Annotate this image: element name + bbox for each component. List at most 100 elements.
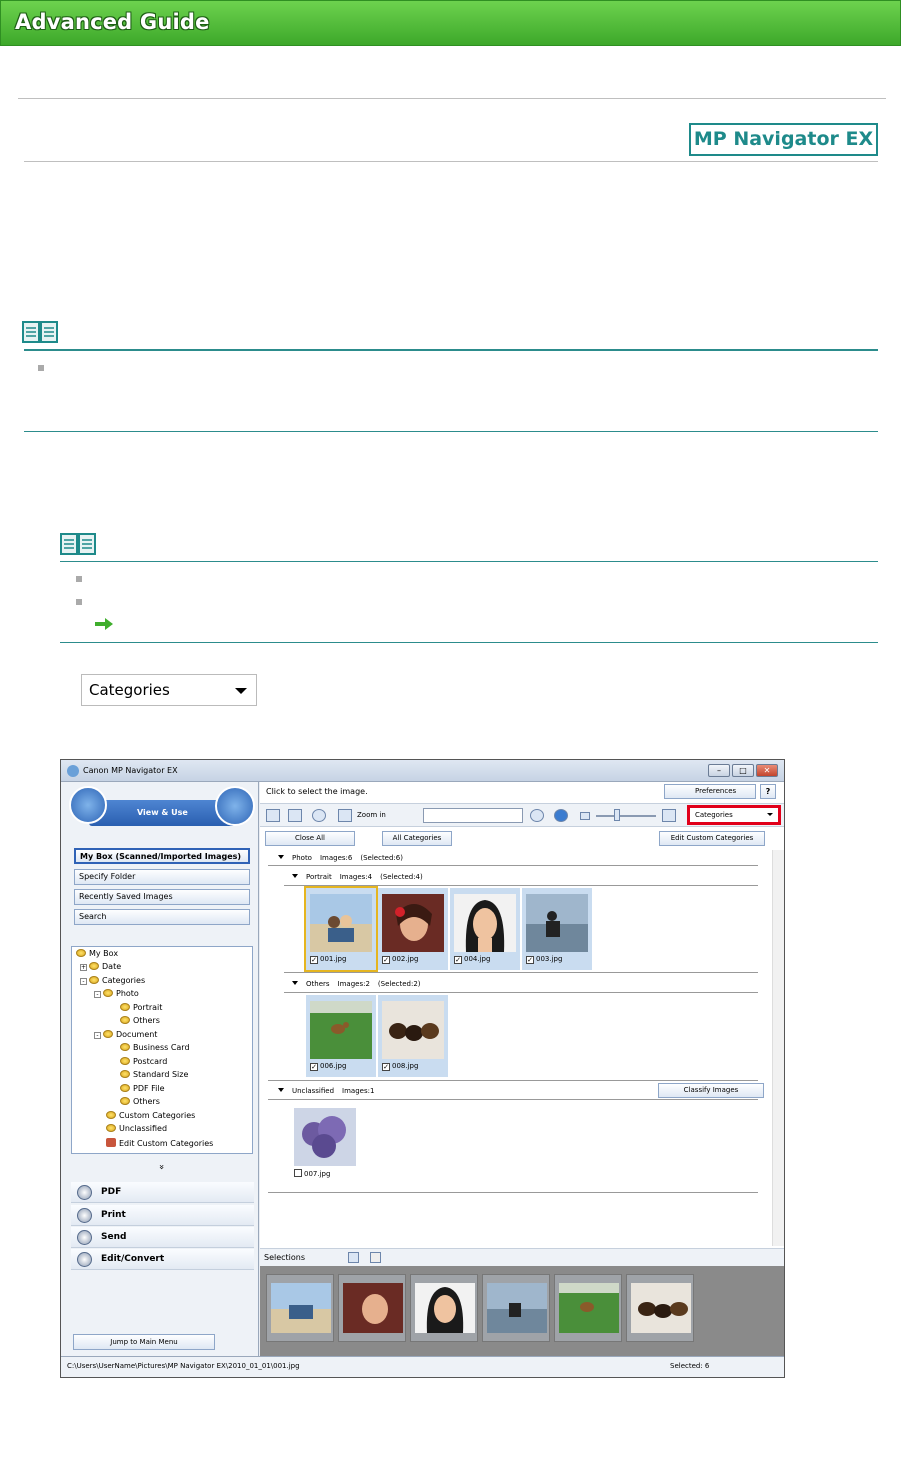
tree-item-business-card[interactable]: Business Card xyxy=(120,1043,190,1052)
collapse-icon[interactable]: - xyxy=(94,991,101,998)
tree-item-document[interactable]: - Document xyxy=(94,1030,157,1039)
nav-recently-saved[interactable]: Recently Saved Images xyxy=(74,889,250,905)
action-send[interactable]: Send xyxy=(71,1227,254,1248)
sort-select[interactable]: Categories xyxy=(687,805,781,825)
search-input[interactable] xyxy=(423,808,523,823)
tree-item-doc-others[interactable]: Others xyxy=(120,1097,160,1106)
thumbnail-008[interactable]: ✓ 008.jpg xyxy=(378,995,448,1077)
collapse-icon[interactable]: - xyxy=(94,1032,101,1039)
thumbnail-002[interactable]: ✓ 002.jpg xyxy=(378,888,448,970)
arrow-right-icon[interactable] xyxy=(95,618,113,630)
triangle-down-icon[interactable] xyxy=(292,981,298,985)
thumbnail-004[interactable]: ✓ 004.jpg xyxy=(450,888,520,970)
selection-item[interactable] xyxy=(410,1274,478,1342)
tree-item-postcard[interactable]: Postcard xyxy=(120,1057,167,1066)
selection-item[interactable] xyxy=(554,1274,622,1342)
folder-icon xyxy=(120,1016,130,1024)
checkbox[interactable]: ✓ xyxy=(382,956,390,964)
zoom-icon[interactable] xyxy=(338,809,352,822)
tree-item-date[interactable]: + Date xyxy=(80,962,121,971)
thumbnail-caption: ✓ 002.jpg xyxy=(382,955,419,964)
chevron-down-icon xyxy=(767,813,773,816)
nav-my-box[interactable]: My Box (Scanned/Imported Images) xyxy=(74,848,250,864)
thumbnail-001[interactable]: ✓ 001.jpg xyxy=(304,886,378,972)
action-print[interactable]: Print xyxy=(71,1205,254,1226)
vertical-scrollbar[interactable] xyxy=(772,850,784,1246)
edit-icon xyxy=(77,1252,92,1267)
folder-icon xyxy=(103,1030,113,1038)
checkbox[interactable]: ✓ xyxy=(526,956,534,964)
selection-item[interactable] xyxy=(482,1274,550,1342)
tree-item-unclassified[interactable]: Unclassified xyxy=(106,1124,167,1133)
action-pdf[interactable]: PDF xyxy=(71,1182,254,1203)
categories-select[interactable]: Categories xyxy=(81,674,257,706)
tree-item-my-box[interactable]: My Box xyxy=(76,949,118,958)
maximize-button[interactable]: □ xyxy=(732,764,754,777)
slider-handle[interactable] xyxy=(614,809,620,821)
collapse-icon[interactable]: - xyxy=(80,978,87,985)
search-icon[interactable] xyxy=(530,809,544,822)
all-categories-button[interactable]: All Categories xyxy=(382,831,452,846)
photo-dog-lawn xyxy=(559,1283,619,1333)
expand-icon[interactable]: + xyxy=(80,964,87,971)
close-button[interactable]: ✕ xyxy=(756,764,778,777)
photo-flowers xyxy=(294,1108,356,1166)
tree-item-custom-categories[interactable]: Custom Categories xyxy=(106,1111,195,1120)
nav-search[interactable]: Search xyxy=(74,909,250,925)
selection-item[interactable] xyxy=(338,1274,406,1342)
small-thumbnail-icon xyxy=(580,812,590,820)
bullet xyxy=(76,599,82,605)
action-edit-convert[interactable]: Edit/Convert xyxy=(71,1249,254,1270)
tree-item-edit-custom-categories[interactable]: Edit Custom Categories xyxy=(106,1138,213,1148)
thumbnail-007[interactable]: 007.jpg xyxy=(290,1102,360,1184)
group-photo[interactable]: Photo Images:6 (Selected:6) xyxy=(278,854,411,862)
tree-item-categories[interactable]: - Categories xyxy=(80,976,145,985)
thumbnail-006[interactable]: ✓ 006.jpg xyxy=(306,995,376,1077)
jump-to-main-menu-button[interactable]: Jump to Main Menu xyxy=(73,1334,215,1350)
folder-icon xyxy=(120,1003,130,1011)
back-arrow-icon[interactable] xyxy=(69,786,107,824)
folder-icon xyxy=(103,989,113,997)
triangle-down-icon[interactable] xyxy=(292,874,298,878)
refresh-icon[interactable] xyxy=(554,809,568,822)
tree-item-others[interactable]: Others xyxy=(120,1016,160,1025)
nav-specify-folder[interactable]: Specify Folder xyxy=(74,869,250,885)
triangle-down-icon[interactable] xyxy=(278,1088,284,1092)
help-button[interactable]: ? xyxy=(760,784,776,799)
checkbox[interactable]: ✓ xyxy=(310,1063,318,1071)
selection-item[interactable] xyxy=(626,1274,694,1342)
checkbox[interactable]: ✓ xyxy=(454,956,462,964)
folder-icon xyxy=(120,1084,130,1092)
group-others[interactable]: Others Images:2 (Selected:2) xyxy=(292,980,429,988)
preferences-button[interactable]: Preferences xyxy=(664,784,756,799)
checkbox[interactable]: ✓ xyxy=(310,956,318,964)
checkbox[interactable]: ✓ xyxy=(382,1063,390,1071)
separator xyxy=(268,1192,758,1193)
thumbnail-size-slider[interactable] xyxy=(596,815,656,817)
classify-images-button[interactable]: Classify Images xyxy=(658,1083,764,1098)
group-portrait[interactable]: Portrait Images:4 (Selected:4) xyxy=(292,873,431,881)
clear-selections-icon[interactable] xyxy=(370,1252,381,1263)
page: Advanced Guide MP Navigator EX Categorie… xyxy=(0,0,901,1471)
edit-custom-categories-button[interactable]: Edit Custom Categories xyxy=(659,831,765,846)
tree-item-standard-size[interactable]: Standard Size xyxy=(120,1070,188,1079)
minimize-button[interactable]: – xyxy=(708,764,730,777)
view-grid-icon[interactable] xyxy=(288,809,302,822)
folder-icon xyxy=(89,962,99,970)
group-unclassified[interactable]: Unclassified Images:1 xyxy=(278,1087,382,1095)
collapse-chevron-icon[interactable]: » xyxy=(156,1164,166,1170)
triangle-down-icon[interactable] xyxy=(278,855,284,859)
tree-item-pdf-file[interactable]: PDF File xyxy=(120,1084,165,1093)
selection-item[interactable] xyxy=(266,1274,334,1342)
photo-child-beach xyxy=(526,894,588,952)
tree-item-photo[interactable]: - Photo xyxy=(94,989,139,998)
checkbox[interactable] xyxy=(294,1169,302,1177)
view-grid-icon[interactable] xyxy=(348,1252,359,1263)
close-all-button[interactable]: Close All xyxy=(265,831,355,846)
folder-icon xyxy=(120,1097,130,1105)
thumbnail-003[interactable]: ✓ 003.jpg xyxy=(522,888,592,970)
left-pane: View & Use My Box (Scanned/Imported Imag… xyxy=(61,782,259,1356)
tree-item-portrait[interactable]: Portrait xyxy=(120,1003,162,1012)
view-thumbnails-icon[interactable] xyxy=(266,809,280,822)
rotate-icon[interactable] xyxy=(312,809,326,822)
